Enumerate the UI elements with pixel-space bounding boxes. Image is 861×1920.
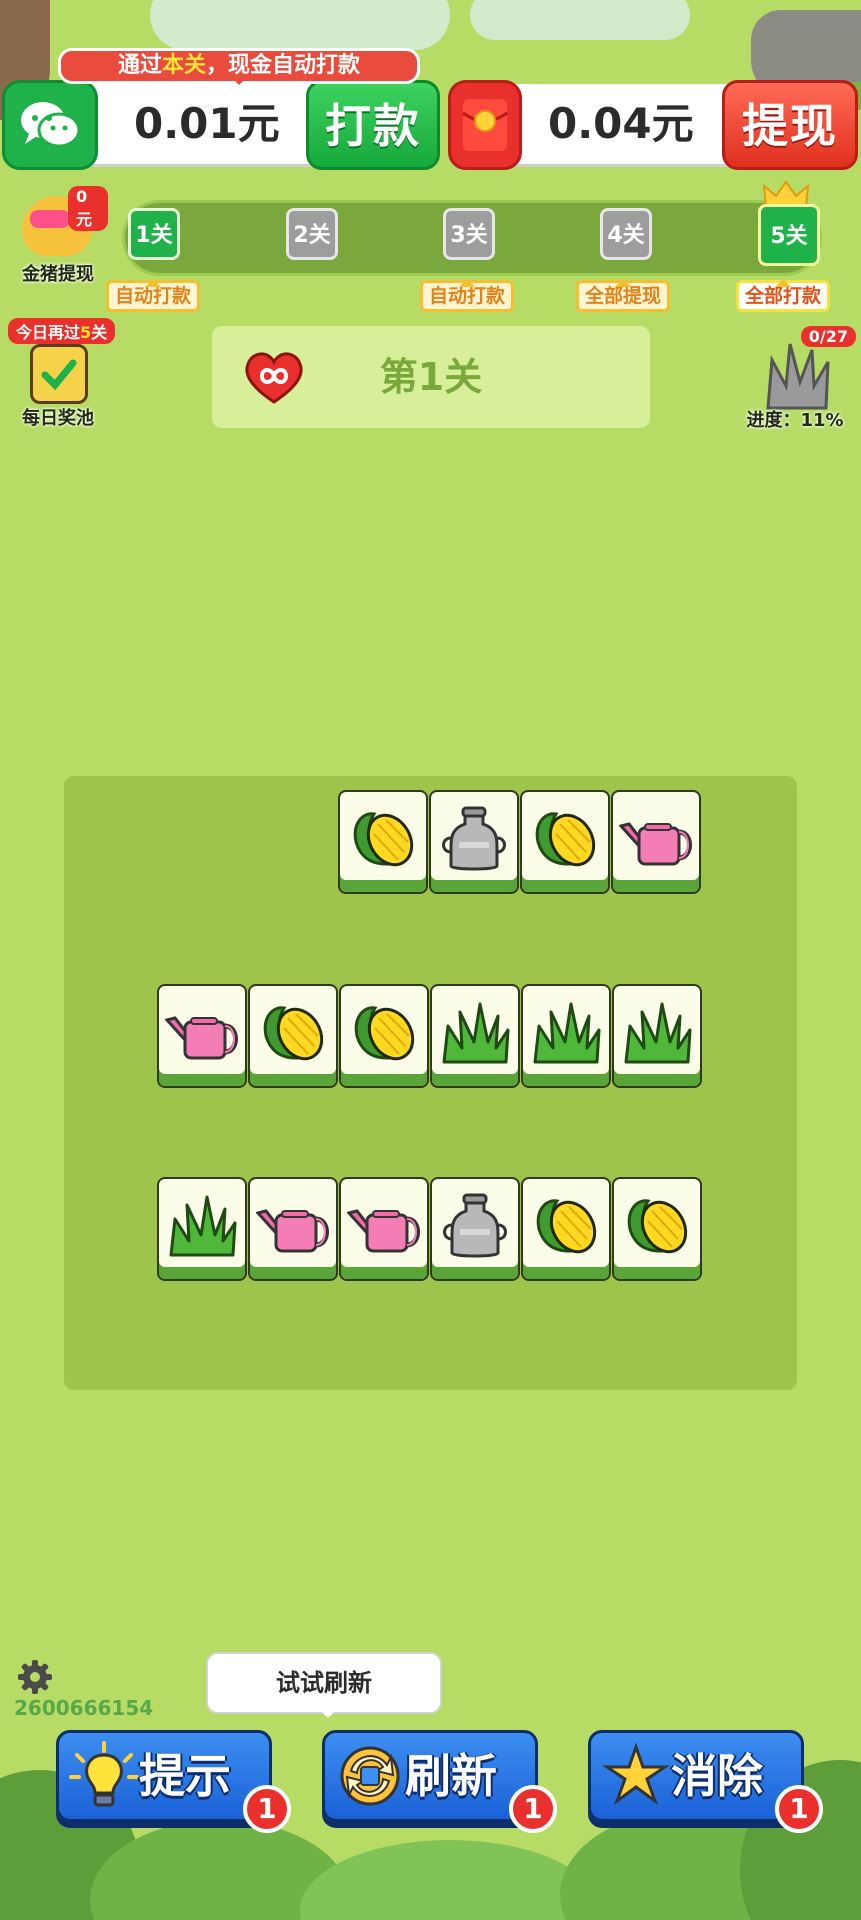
tile-milk-can[interactable] — [429, 790, 519, 894]
corn-icon — [536, 1199, 597, 1254]
tile-grass[interactable] — [612, 984, 702, 1088]
hint-label: 提示 — [139, 1749, 231, 1803]
tile-watering-can[interactable] — [339, 1177, 429, 1281]
pay-button[interactable]: 打款 — [306, 80, 440, 170]
tile-watering-can[interactable] — [157, 984, 247, 1088]
collection-progress[interactable]: 0/27 进度：11% — [740, 326, 860, 436]
refresh-hint-tooltip: 试试刷新 — [206, 1652, 442, 1718]
wechat-amount: 0.01元 — [134, 99, 280, 148]
tile-watering-can[interactable] — [248, 1177, 338, 1281]
grass-progress-icon — [766, 343, 830, 410]
stage-title: 第1关 — [379, 355, 483, 399]
daily-pool-label: 每日奖池 — [22, 408, 94, 429]
golden-pig-withdraw[interactable]: 0元 金猪提现 — [8, 184, 108, 294]
tile-corn[interactable] — [520, 790, 610, 894]
tile-grass[interactable] — [521, 984, 611, 1088]
wechat-balance-panel: 0.01元 打款 — [2, 80, 440, 170]
eliminate-label: 消除 — [671, 1749, 763, 1803]
corn-icon — [353, 812, 414, 867]
tile-corn[interactable] — [248, 984, 338, 1088]
hint-count-badge: 1 — [243, 1785, 291, 1833]
user-id: 2600666154 — [14, 1696, 154, 1720]
redpack-amount: 0.04元 — [548, 99, 694, 148]
pig-balance-badge: 0元 — [68, 186, 108, 231]
corn-icon — [354, 1006, 415, 1061]
settings-gear-icon[interactable] — [16, 1658, 54, 1696]
daily-prize-pool[interactable]: 今日再过5关 每日奖池 — [8, 318, 116, 429]
checklist-icon — [30, 344, 88, 404]
tile-watering-can[interactable] — [611, 790, 701, 894]
level-node-1: 1关 — [128, 208, 180, 260]
level-node-2: 2关 — [286, 208, 338, 260]
withdraw-button[interactable]: 提现 — [722, 80, 858, 170]
pig-label: 金猪提现 — [22, 264, 94, 285]
tile-corn[interactable] — [521, 1177, 611, 1281]
level-1-reward-tag: 自动打款 — [106, 279, 201, 312]
cash-promo-banner: 通过本关，现金自动打款 — [58, 48, 420, 85]
watering-can-icon — [619, 822, 692, 866]
refresh-label: 刷新 — [405, 1749, 497, 1803]
grass-icon — [533, 1002, 601, 1064]
progress-count-badge: 0/27 — [800, 326, 856, 347]
level-3-reward-tag: 自动打款 — [420, 279, 515, 312]
redpack-balance-panel: 0.04元 提现 — [448, 80, 858, 170]
refresh-count-badge: 1 — [509, 1785, 557, 1833]
daily-pool-badge: 今日再过5关 — [8, 318, 116, 344]
corn-icon — [535, 812, 596, 867]
grass-icon — [624, 1002, 692, 1064]
level-node-5: 5关 — [758, 204, 820, 266]
milk-can-icon — [442, 806, 506, 871]
corn-icon — [627, 1199, 688, 1254]
tile-grass[interactable] — [430, 984, 520, 1088]
refresh-icon — [340, 1746, 400, 1806]
wechat-icon — [2, 80, 98, 170]
milk-can-icon — [443, 1193, 507, 1258]
tile-milk-can[interactable] — [430, 1177, 520, 1281]
tile-corn[interactable] — [612, 1177, 702, 1281]
grass-icon — [169, 1195, 237, 1257]
lightbulb-icon — [69, 1741, 139, 1807]
grass-icon — [442, 1002, 510, 1064]
eliminate-button[interactable]: 消除 1 — [588, 1730, 823, 1833]
watering-can-icon — [165, 1016, 238, 1060]
hint-button[interactable]: 提示 1 — [56, 1730, 291, 1833]
level-node-3: 3关 — [443, 208, 495, 260]
eliminate-count-badge: 1 — [775, 1785, 823, 1833]
watering-can-icon — [347, 1209, 420, 1253]
tile-grass[interactable] — [157, 1177, 247, 1281]
star-icon — [602, 1742, 670, 1806]
red-packet-icon — [448, 80, 522, 170]
progress-label: 进度：11% — [746, 410, 844, 431]
tile-corn[interactable] — [339, 984, 429, 1088]
tile-corn[interactable] — [338, 790, 428, 894]
level-4-reward-tag: 全部提现 — [576, 279, 671, 312]
corn-icon — [263, 1006, 324, 1061]
refresh-button[interactable]: 刷新 1 — [322, 1730, 557, 1833]
stage-title-panel: 第1关 — [212, 326, 650, 428]
watering-can-icon — [256, 1209, 329, 1253]
level-node-4: 4关 — [600, 208, 652, 260]
level-5-reward-tag: 全部打款 — [736, 279, 831, 312]
